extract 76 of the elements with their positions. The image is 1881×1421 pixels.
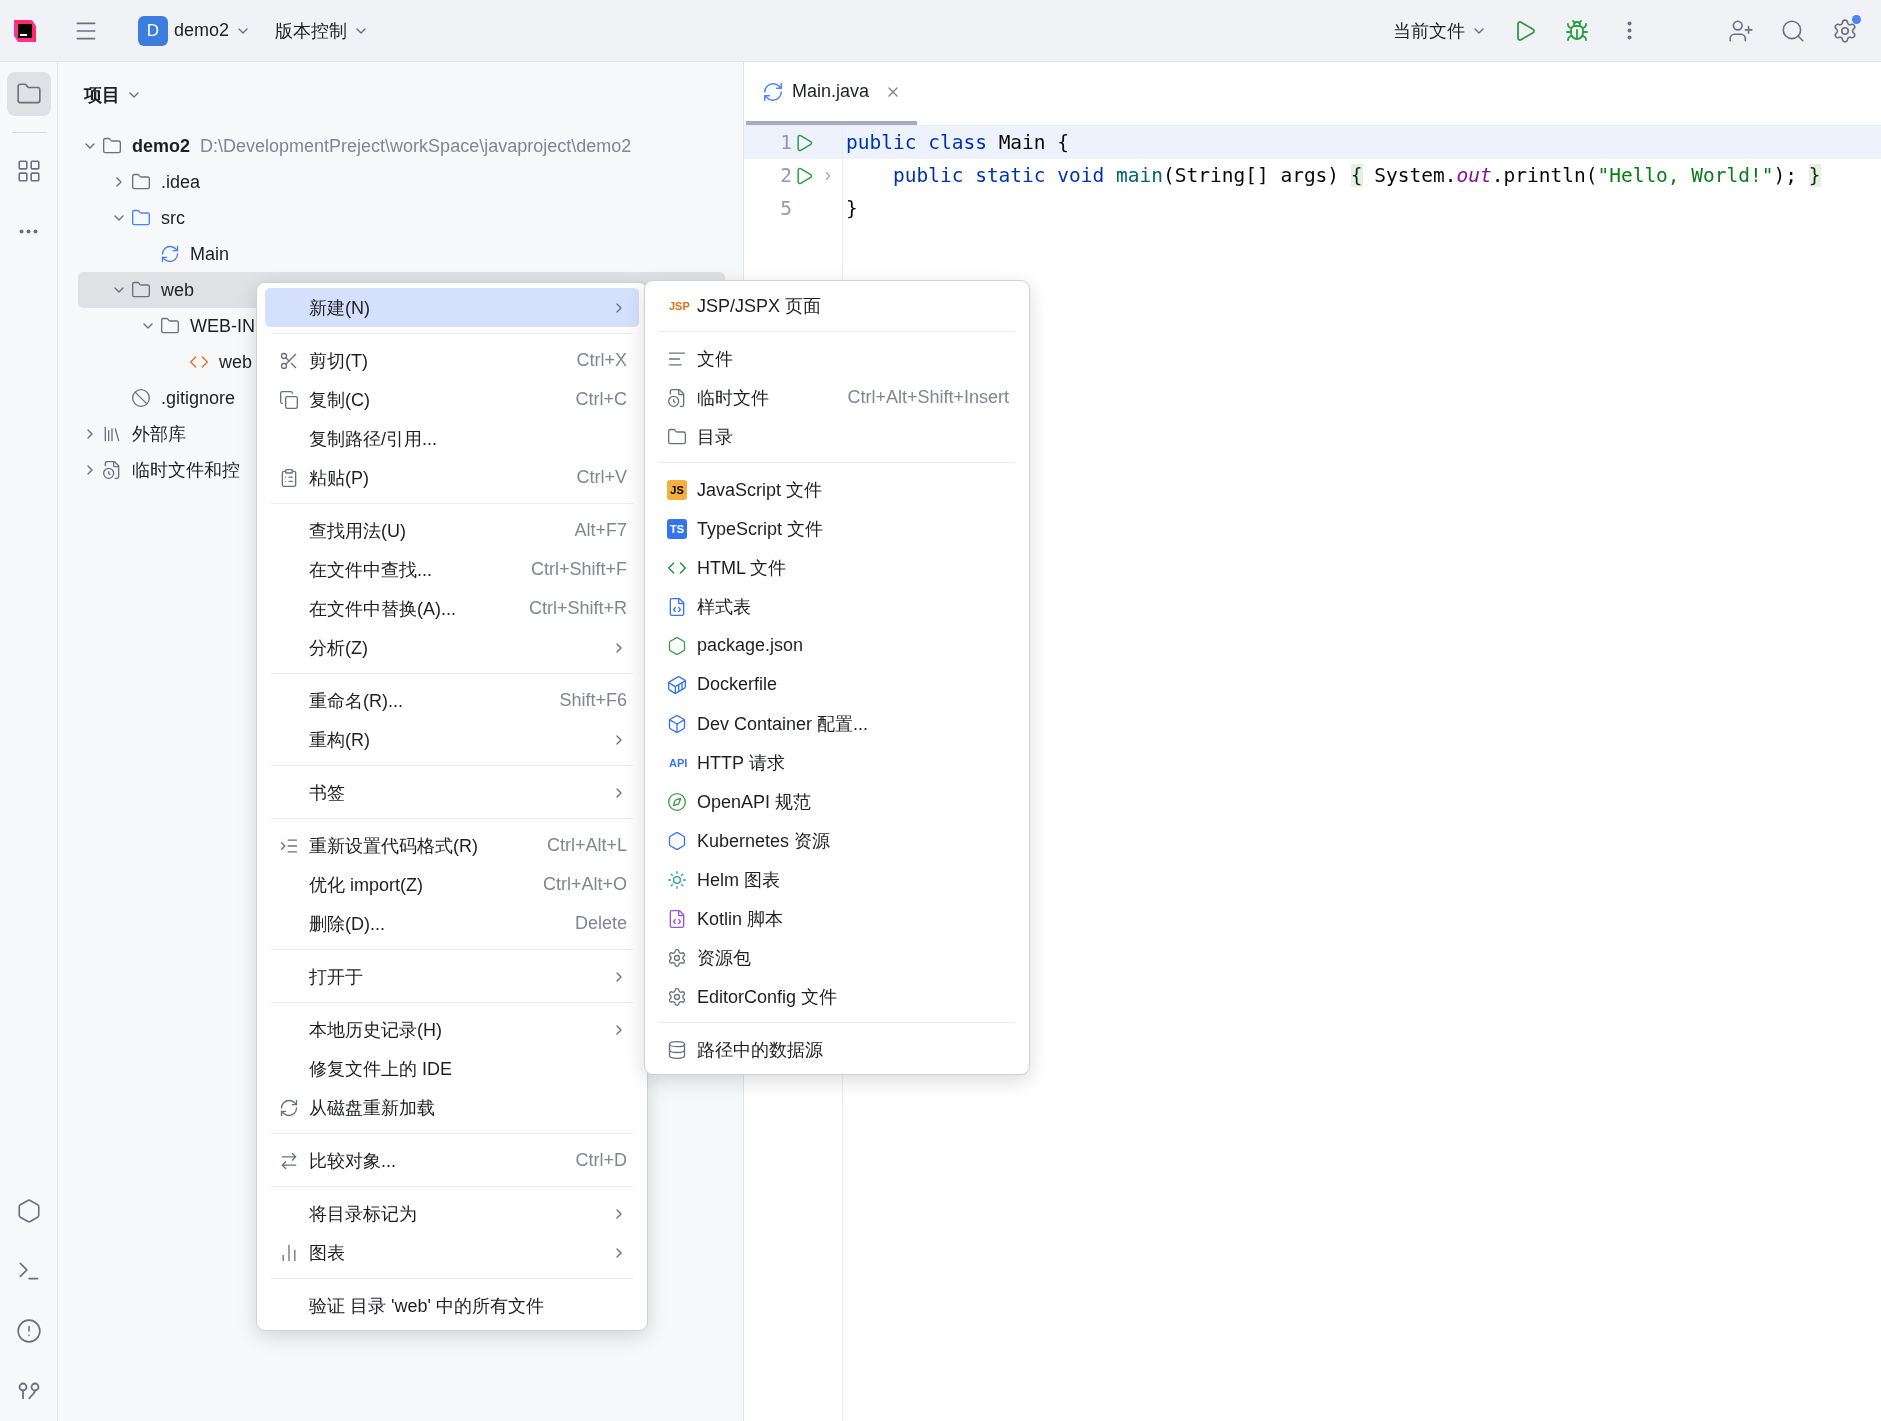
menu-label: 比较对象...: [309, 1149, 397, 1173]
tree-label: WEB-IN: [190, 315, 255, 337]
menu-label: JSP/JSPX 页面: [697, 294, 823, 318]
shortcut: Ctrl+Shift+F: [530, 559, 627, 580]
tree-label: .idea: [161, 171, 201, 193]
menu-label: 新建(N): [309, 296, 371, 320]
menu-label: 剪切(T): [309, 349, 369, 373]
project-badge: D: [138, 15, 168, 46]
file-type-icon: API: [667, 752, 690, 773]
menu-label: 在文件中替换(A)...: [309, 597, 457, 621]
menu-label: Helm 图表: [697, 868, 781, 892]
code-text: }: [845, 197, 858, 220]
shortcut: Ctrl+D: [575, 1150, 627, 1171]
tree-label: 临时文件和控: [132, 459, 240, 482]
file-type-icon: JSP: [667, 295, 692, 316]
tree-label: src: [161, 207, 185, 229]
menu-label: 分析(Z): [309, 636, 369, 660]
menu-label: 重命名(R)...: [309, 689, 404, 713]
menu-label: OpenAPI 规范: [697, 790, 813, 814]
tree-label: .gitignore: [161, 387, 236, 409]
menu-label: 在文件中查找...: [309, 558, 433, 582]
line-number: 2: [779, 164, 792, 187]
menu-label: 查找用法(U): [309, 519, 407, 543]
shortcut: Alt+F7: [574, 520, 627, 541]
tree-label: demo2: [132, 135, 191, 157]
file-type-icon: JS: [667, 479, 687, 500]
shortcut: Ctrl+X: [576, 350, 627, 371]
line-number: 5: [779, 197, 792, 220]
menu-label: 目录: [697, 425, 734, 449]
tree-label: web: [219, 351, 253, 373]
menu-label: TypeScript 文件: [697, 517, 825, 541]
menu-label: 粘贴(P): [309, 466, 370, 490]
menu-label: 重构(R): [309, 728, 371, 752]
menu-label: EditorConfig 文件: [697, 985, 839, 1009]
menu-label: 本地历史记录(H): [309, 1018, 443, 1042]
tree-label: web: [161, 279, 195, 301]
menu-label: 复制(C): [309, 388, 371, 412]
tree-label: Main: [190, 243, 229, 265]
shortcut: Ctrl+C: [575, 389, 627, 410]
menu-label: JavaScript 文件: [697, 478, 824, 502]
project-path: D:\DevelopmentPreject\workSpace\javaproject\demo2: [200, 135, 632, 157]
menu-label: 从磁盘重新加载: [309, 1096, 436, 1120]
shortcut: Ctrl+Shift+R: [528, 598, 627, 619]
menu-label: Kubernetes 资源: [697, 829, 832, 853]
menu-label: 优化 import(Z): [309, 873, 424, 897]
code-text: public static void main(String[] args) { System.out.println("Hello, World!"); }: [891, 164, 1821, 187]
line-number: 1: [779, 131, 792, 154]
menu-label: Dev Container 配置...: [697, 712, 870, 736]
menu-label: 验证 目录 'web' 中的所有文件: [309, 1294, 545, 1318]
shortcut: Ctrl+Alt+L: [546, 835, 627, 856]
shortcut: Ctrl+Alt+O: [542, 874, 627, 895]
shortcut: Shift+F6: [559, 690, 627, 711]
file-type-icon: TS: [667, 518, 687, 539]
menu-label: 将目录标记为: [309, 1202, 418, 1226]
menu-label: HTTP 请求: [697, 751, 786, 775]
menu-label: 图表: [309, 1241, 346, 1265]
menu-label: 样式表: [697, 595, 752, 619]
menu-label: 临时文件: [697, 386, 770, 410]
menu-label: Dockerfile: [697, 674, 779, 695]
menu-label: 重新设置代码格式(R): [309, 834, 479, 858]
shortcut: Ctrl+V: [576, 467, 627, 488]
menu-label: Kotlin 脚本: [697, 907, 785, 931]
menu-label: package.json: [697, 635, 805, 656]
menu-label: 书签: [309, 781, 346, 805]
tree-label: 外部库: [132, 423, 186, 446]
menu-label: 路径中的数据源: [697, 1038, 824, 1062]
menu-label: HTML 文件: [697, 556, 788, 580]
menu-label: 文件: [697, 347, 734, 371]
menu-label: 资源包: [697, 946, 752, 970]
menu-label: 复制路径/引用...: [309, 427, 438, 451]
shortcut: Ctrl+Alt+Shift+Insert: [847, 387, 1009, 408]
shortcut: Delete: [574, 913, 627, 934]
code-text: public class Main {: [845, 131, 1070, 154]
menu-label: 打开于: [309, 965, 364, 989]
menu-label: 修复文件上的 IDE: [309, 1057, 453, 1081]
menu-label: 删除(D)...: [309, 912, 386, 936]
